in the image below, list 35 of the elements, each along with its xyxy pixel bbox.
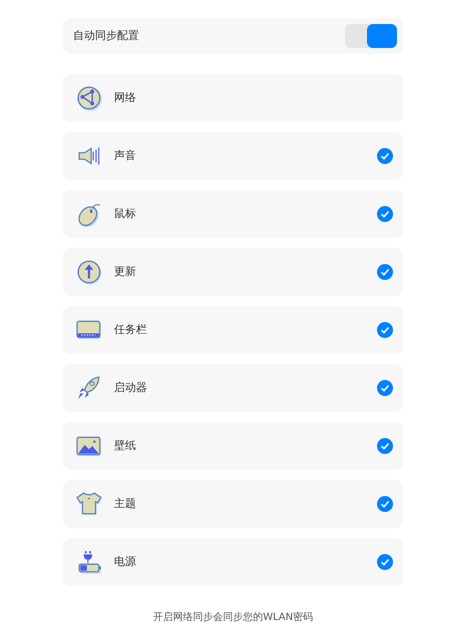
sync-item[interactable]: 网络 — [63, 74, 403, 122]
item-label: 主题 — [114, 496, 137, 512]
item-label: 声音 — [114, 148, 137, 164]
checkmark-icon[interactable] — [377, 206, 393, 222]
checkmark-icon[interactable] — [377, 264, 393, 280]
sync-item[interactable]: 声音 — [63, 132, 403, 180]
item-label: 更新 — [114, 264, 137, 280]
sync-item[interactable]: 任务栏 — [63, 306, 403, 354]
item-label: 鼠标 — [114, 206, 137, 222]
checkmark-icon[interactable] — [377, 148, 393, 164]
footer-note: 开启网络同步会同步您的WLAN密码 — [152, 610, 313, 625]
sync-item[interactable]: 启动器 — [63, 364, 403, 412]
item-label: 启动器 — [114, 380, 148, 396]
sync-item[interactable]: 主题 — [63, 480, 403, 528]
globe-icon — [76, 85, 102, 111]
item-label: 任务栏 — [114, 322, 148, 338]
checkmark-icon[interactable] — [377, 496, 393, 512]
t-shirt-icon — [76, 491, 102, 517]
sync-item[interactable]: 壁纸 — [63, 422, 403, 470]
item-label: 网络 — [114, 90, 137, 106]
rocket-icon — [76, 375, 102, 401]
up-arrow-icon — [76, 259, 102, 285]
auto-sync-label: 自动同步配置 — [73, 28, 139, 44]
item-label: 电源 — [114, 554, 137, 570]
mouse-icon — [76, 201, 102, 227]
checkmark-icon[interactable] — [377, 380, 393, 396]
sync-item[interactable]: 鼠标 — [63, 190, 403, 238]
checkmark-icon[interactable] — [377, 322, 393, 338]
item-label: 壁纸 — [114, 438, 137, 454]
sync-item[interactable]: 电源 — [63, 538, 403, 586]
checkmark-icon[interactable] — [377, 554, 393, 570]
checkmark-icon[interactable] — [377, 438, 393, 454]
sync-item[interactable]: 更新 — [63, 248, 403, 296]
plug-icon — [76, 549, 102, 575]
auto-sync-toggle[interactable] — [345, 24, 397, 48]
